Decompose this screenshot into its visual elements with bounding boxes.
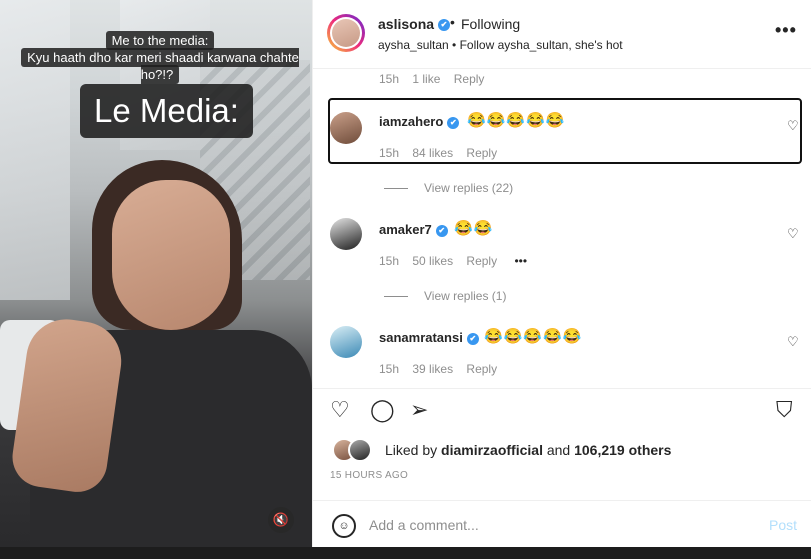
comment-username[interactable]: sanamratansi ✔ (379, 330, 479, 345)
liked-by-user[interactable]: diamirzaofficial (441, 442, 543, 458)
avatar[interactable] (327, 14, 365, 52)
author-username[interactable]: aslisona ✔ (378, 16, 451, 32)
comment-username[interactable]: amaker7 ✔ (379, 222, 448, 237)
separator-dot: • (450, 14, 455, 30)
comment-meta: 15h 39 likes Reply (379, 362, 497, 376)
comment-input[interactable]: Add a comment... (369, 517, 479, 533)
view-replies-label[interactable]: View replies (1) (424, 289, 506, 303)
comment-time[interactable]: 15h (379, 254, 399, 268)
emoji-icon[interactable]: ☺ (332, 514, 356, 538)
verified-icon: ✔ (466, 332, 479, 345)
caption-time[interactable]: 15h (379, 72, 399, 86)
comment-time[interactable]: 15h (379, 362, 399, 376)
liked-by-count[interactable]: 106,219 others (574, 442, 671, 458)
liked-by-prefix: Liked by (385, 442, 442, 458)
comment-reply[interactable]: Reply (466, 362, 497, 376)
verified-icon: ✔ (438, 19, 451, 32)
save-icon[interactable]: ⛉ (776, 397, 793, 423)
like-icon[interactable]: ♡ (330, 397, 350, 423)
comment-more-icon[interactable]: ••• (514, 254, 527, 268)
view-replies-label[interactable]: View replies (22) (424, 181, 513, 195)
more-options-icon[interactable]: ••• (775, 20, 797, 41)
caption-line-2: Kyu haath dho kar meri shaadi karwana ch… (21, 48, 299, 84)
comment-likes[interactable]: 50 likes (412, 254, 453, 268)
following-button[interactable]: Following (461, 16, 520, 32)
verified-icon: ✔ (447, 116, 460, 129)
comment-meta: 15h 84 likes Reply (379, 146, 497, 160)
comment-like-icon[interactable]: ♡ (787, 334, 799, 350)
liked-by-middle: and (542, 442, 575, 458)
author-username-text[interactable]: aslisona (378, 16, 434, 32)
post-button[interactable]: Post (769, 517, 797, 533)
comment-username-text[interactable]: amaker7 (379, 222, 432, 237)
comment-meta: 15h 50 likes Reply ••• (379, 254, 527, 268)
view-replies-button[interactable]: View replies (22) (384, 181, 513, 195)
caption-reply[interactable]: Reply (454, 72, 485, 86)
person-face (112, 180, 230, 330)
view-replies-button[interactable]: View replies (1) (384, 289, 506, 303)
comments-panel: aslisona ✔ • Following aysha_sultan • Fol… (312, 0, 811, 547)
comment-time[interactable]: 15h (379, 146, 399, 160)
avatar[interactable] (330, 326, 362, 358)
comment-text: 😂😂 (454, 220, 494, 237)
comment-username-text[interactable]: sanamratansi (379, 330, 463, 345)
verified-icon: ✔ (435, 224, 448, 237)
comment-username-text[interactable]: iamzahero (379, 114, 443, 129)
mute-icon[interactable]: 🔇 (268, 507, 294, 533)
comment-likes[interactable]: 84 likes (412, 146, 453, 160)
media-caption-big: Le Media: (80, 84, 253, 138)
comment-username[interactable]: iamzahero ✔ (379, 114, 460, 129)
liked-by-text: Liked by diamirzaofficial and 106,219 ot… (385, 442, 671, 458)
header-subtitle[interactable]: aysha_sultan • Follow aysha_sultan, she'… (378, 38, 623, 52)
bottom-strip (0, 547, 811, 559)
comment-text: 😂😂😂😂😂 (484, 328, 583, 345)
comment-box: ☺ Add a comment... Post (313, 500, 811, 548)
comment-reply[interactable]: Reply (466, 146, 497, 160)
comment-text: 😂😂😂😂😂 (467, 112, 566, 129)
avatar (348, 438, 372, 462)
comment-like-icon[interactable]: ♡ (787, 226, 799, 242)
comment-like-icon[interactable]: ♡ (787, 118, 799, 134)
caption-meta: 15h 1 like Reply (379, 72, 484, 86)
post-header: aslisona ✔ • Following aysha_sultan • Fol… (313, 0, 811, 69)
action-bar: ♡ ◯ ➢ ⛉ (313, 388, 811, 429)
post-timestamp[interactable]: 15 HOURS AGO (330, 470, 408, 481)
comment-likes[interactable]: 39 likes (412, 362, 453, 376)
avatar[interactable] (330, 218, 362, 250)
avatar[interactable] (330, 112, 362, 144)
comment-reply[interactable]: Reply (466, 254, 497, 268)
comment-icon[interactable]: ◯ (370, 397, 395, 423)
post-media[interactable]: Me to the media: Kyu haath dho kar meri … (0, 0, 312, 547)
share-icon[interactable]: ➢ (410, 397, 428, 423)
media-caption: Me to the media: Kyu haath dho kar meri … (8, 31, 312, 84)
caption-likes[interactable]: 1 like (412, 72, 440, 86)
